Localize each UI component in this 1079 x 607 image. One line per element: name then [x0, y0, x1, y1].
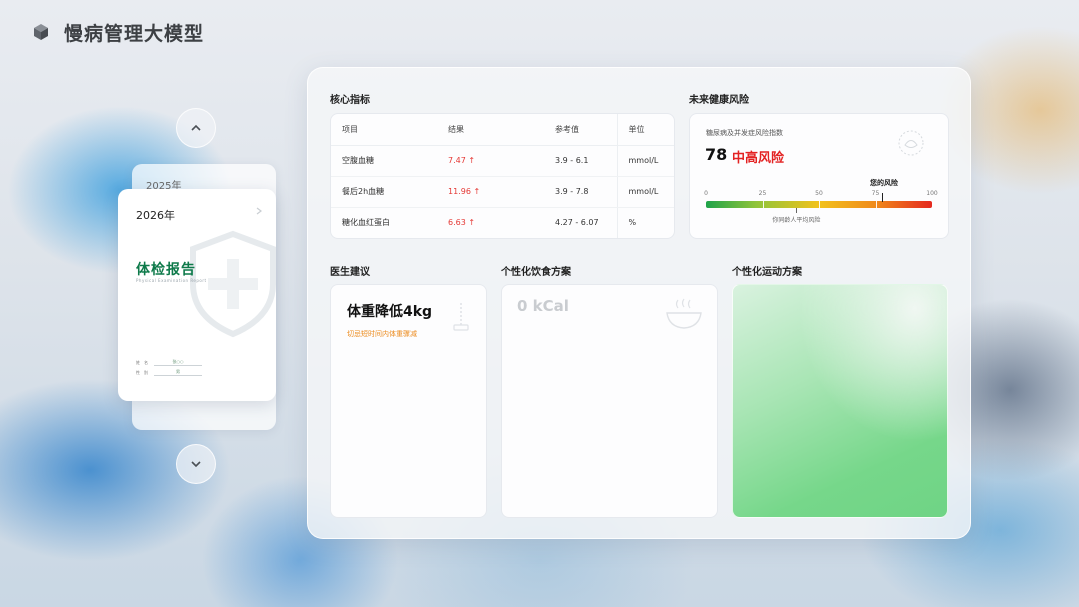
cell-result: 6.63 ↑ — [448, 218, 476, 228]
kcal-value: 0 kCal — [517, 297, 569, 315]
advice-headline: 体重降低4kg — [347, 304, 433, 320]
food-bowl-icon — [666, 298, 702, 329]
average-risk-marker — [796, 208, 798, 213]
risk-index-label: 糖尿病及并发症风险指数 — [706, 129, 783, 137]
diet-plan-title: 个性化饮食方案 — [501, 267, 571, 278]
report-card-current[interactable]: 2026年 体检报告 Physical Examination Report 姓… — [118, 189, 276, 401]
tick-label: 100 — [926, 190, 938, 197]
cell-result: 7.47 ↑ — [437, 145, 544, 177]
chevron-up-icon — [191, 124, 201, 131]
field-label: 姓 名 — [136, 360, 148, 365]
average-risk-label: 你同龄人平均风险 — [772, 217, 821, 224]
future-risk-title: 未来健康风险 — [689, 95, 749, 106]
report-gender-field: 性 别 男 — [136, 369, 202, 376]
table-row: 糖化血红蛋白 6.63 ↑ 4.27 - 6.07 % — [331, 207, 674, 238]
risk-score: 78 — [705, 145, 728, 164]
report-year: 2026年 — [136, 209, 175, 222]
report-name-field: 姓 名 张○○ — [136, 359, 202, 366]
core-metrics-card: 项目 结果 参考值 单位 空腹血糖 7.47 ↑ 3.9 - 6.1 mmol/… — [330, 113, 675, 239]
table-header-row: 项目 结果 参考值 单位 — [331, 114, 674, 146]
doctor-advice-title: 医生建议 — [330, 267, 370, 278]
your-risk-marker — [882, 193, 884, 202]
field-value: 男 — [154, 369, 202, 376]
weight-scale-icon — [453, 303, 469, 331]
cell-item: 空腹血糖 — [331, 145, 437, 177]
tick-label: 50 — [815, 190, 823, 197]
future-risk-card: 糖尿病及并发症风险指数 78 中高风险 您的风险 0 25 50 75 100 … — [689, 113, 949, 239]
carousel-down-button[interactable] — [176, 444, 216, 484]
cell-unit: % — [616, 207, 674, 238]
column-header: 单位 — [616, 114, 674, 146]
risk-bar-divider — [819, 201, 820, 208]
table-row: 餐后2h血糖 11.96 ↑ 3.9 - 7.8 mmol/L — [331, 176, 674, 208]
carousel-up-button[interactable] — [176, 108, 216, 148]
column-header: 参考值 — [544, 114, 617, 146]
medical-shield-icon — [190, 230, 276, 338]
doctor-advice-card: 体重降低4kg 切忌短时间内体重骤减 — [330, 284, 487, 518]
cube-logo-icon — [34, 24, 48, 40]
exercise-plan-title: 个性化运动方案 — [732, 267, 802, 278]
cell-reference: 3.9 - 6.1 — [544, 145, 617, 177]
cell-item: 糖化血红蛋白 — [342, 218, 390, 228]
table-row: 空腹血糖 7.47 ↑ 3.9 - 6.1 mmol/L — [331, 145, 674, 177]
chevron-down-icon — [191, 461, 201, 468]
tick-label: 75 — [871, 190, 880, 197]
cell-result: 11.96 ↑ — [437, 176, 544, 208]
cell-unit: mmol/L — [616, 145, 674, 177]
report-subtitle: Physical Examination Report — [136, 278, 207, 283]
report-title: 体检报告 — [136, 262, 196, 278]
risk-bar-divider — [762, 201, 764, 208]
cell-item: 餐后2h血糖 — [331, 176, 437, 208]
column-header: 项目 — [331, 114, 437, 146]
field-label: 性 别 — [136, 370, 148, 375]
core-metrics-title: 核心指标 — [330, 95, 370, 106]
column-header: 结果 — [437, 114, 544, 146]
app-header: 慢病管理大模型 — [32, 18, 204, 46]
cell-reference: 3.9 - 7.8 — [544, 176, 617, 208]
risk-level-badge: 中高风险 — [732, 151, 785, 166]
your-risk-label: 您的风险 — [870, 179, 898, 187]
dashboard-panel: 核心指标 项目 结果 参考值 单位 空腹血糖 7.47 ↑ 3.9 - 6.1 … — [307, 67, 971, 539]
tick-label: 25 — [758, 190, 767, 197]
exercise-plan-card — [732, 284, 948, 518]
tick-label: 0 — [704, 190, 708, 197]
advice-note: 切忌短时间内体重骤减 — [347, 330, 417, 338]
health-bubble-icon — [898, 130, 924, 156]
diet-plan-card: 0 kCal — [501, 284, 718, 518]
app-title: 慢病管理大模型 — [64, 22, 205, 45]
cell-reference: 4.27 - 6.07 — [555, 218, 599, 228]
metrics-table: 项目 结果 参考值 单位 空腹血糖 7.47 ↑ 3.9 - 6.1 mmol/… — [331, 114, 674, 238]
field-value: 张○○ — [154, 359, 202, 366]
chevron-right-icon — [256, 207, 262, 215]
risk-bar-divider — [875, 201, 877, 208]
cell-unit: mmol/L — [616, 176, 674, 208]
